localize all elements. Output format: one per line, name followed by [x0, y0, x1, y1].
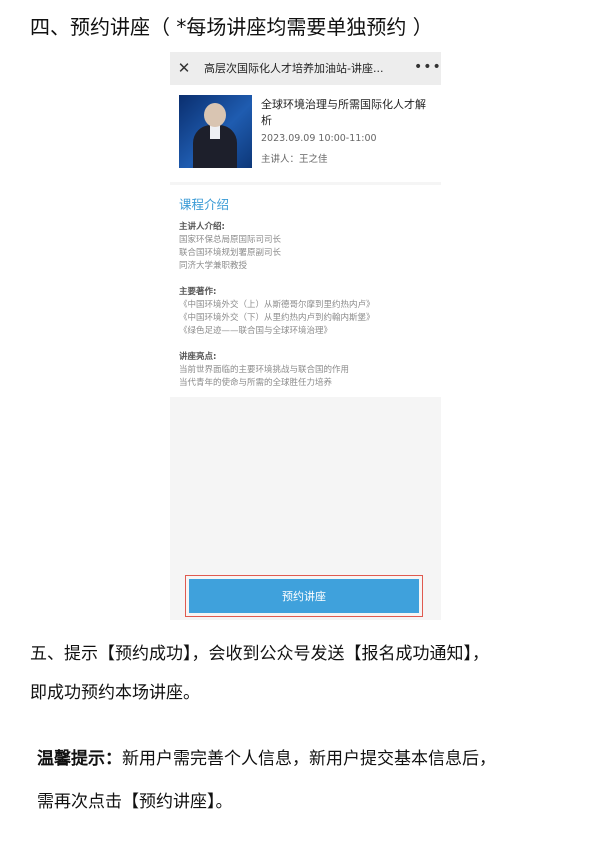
lecture-card[interactable]: 全球环境治理与所需国际化人才解析 2023.09.09 10:00-11:00 … — [170, 85, 441, 182]
intro-heading: 课程介绍 — [179, 197, 230, 212]
works-label: 主要著作: — [179, 287, 217, 297]
close-icon[interactable]: ✕ — [176, 58, 192, 78]
lecture-time: 2023.09.09 10:00-11:00 — [261, 133, 377, 144]
works-line: 《中国环境外交（上）从斯德哥尔摩到里约热内卢》 — [179, 300, 375, 310]
speaker-line: 国家环保总局原国际司司长 — [179, 235, 282, 245]
top-bar: ✕ 高层次国际化人才培养加油站-讲座... ••• — [170, 52, 441, 85]
course-intro: 课程介绍 主讲人介绍: 国家环保总局原国际司司长 联合国环境规划署原副司长 同济… — [170, 185, 441, 397]
more-dots-icon[interactable]: ••• — [414, 57, 441, 77]
tip-line-2: 需再次点击【预约讲座】。 — [37, 792, 233, 812]
tip-line-1: 温馨提示：新用户需完善个人信息，新用户提交基本信息后， — [37, 743, 496, 775]
section-5-line-1: 五、提示【预约成功】，会收到公众号发送【报名成功通知】， — [30, 644, 489, 664]
highlights-line: 当前世界面临的主要环境挑战与联合国的作用 — [179, 365, 350, 375]
phone-screenshot: ✕ 高层次国际化人才培养加油站-讲座... ••• 全球环境治理与所需国际化人才… — [170, 52, 441, 620]
head-shape — [204, 103, 226, 127]
section-5-line-2: 即成功预约本场讲座。 — [30, 683, 200, 703]
tip-label: 温馨提示 — [37, 749, 105, 769]
tip-text: 新用户需完善个人信息，新用户提交基本信息后， — [122, 749, 496, 769]
lecture-title: 全球环境治理与所需国际化人才解析 — [261, 98, 426, 127]
section-4-title: 四、预约讲座（ *每场讲座均需要单独预约 ） — [30, 15, 433, 39]
speaker-label: 主讲人介绍: — [179, 222, 225, 232]
speaker-line: 同济大学兼职教授 — [179, 261, 248, 271]
reserve-lecture-button[interactable]: 预约讲座 — [189, 579, 419, 613]
tip-colon: ： — [105, 749, 122, 769]
lecture-host: 主讲人：王之佳 — [261, 154, 328, 165]
highlights-label: 讲座亮点: — [179, 352, 217, 362]
shirt-shape — [210, 125, 220, 139]
speaker-line: 联合国环境规划署原副司长 — [179, 248, 282, 258]
works-line: 《中国环境外交（下）从里约热内卢到约翰内斯堡》 — [179, 313, 375, 323]
speaker-photo — [179, 95, 252, 168]
highlights-line: 当代青年的使命与所需的全球胜任力培养 — [179, 378, 333, 388]
topbar-title: 高层次国际化人才培养加油站-讲座... — [204, 62, 384, 75]
works-line: 《绿色足迹——联合国与全球环境治理》 — [179, 326, 333, 336]
